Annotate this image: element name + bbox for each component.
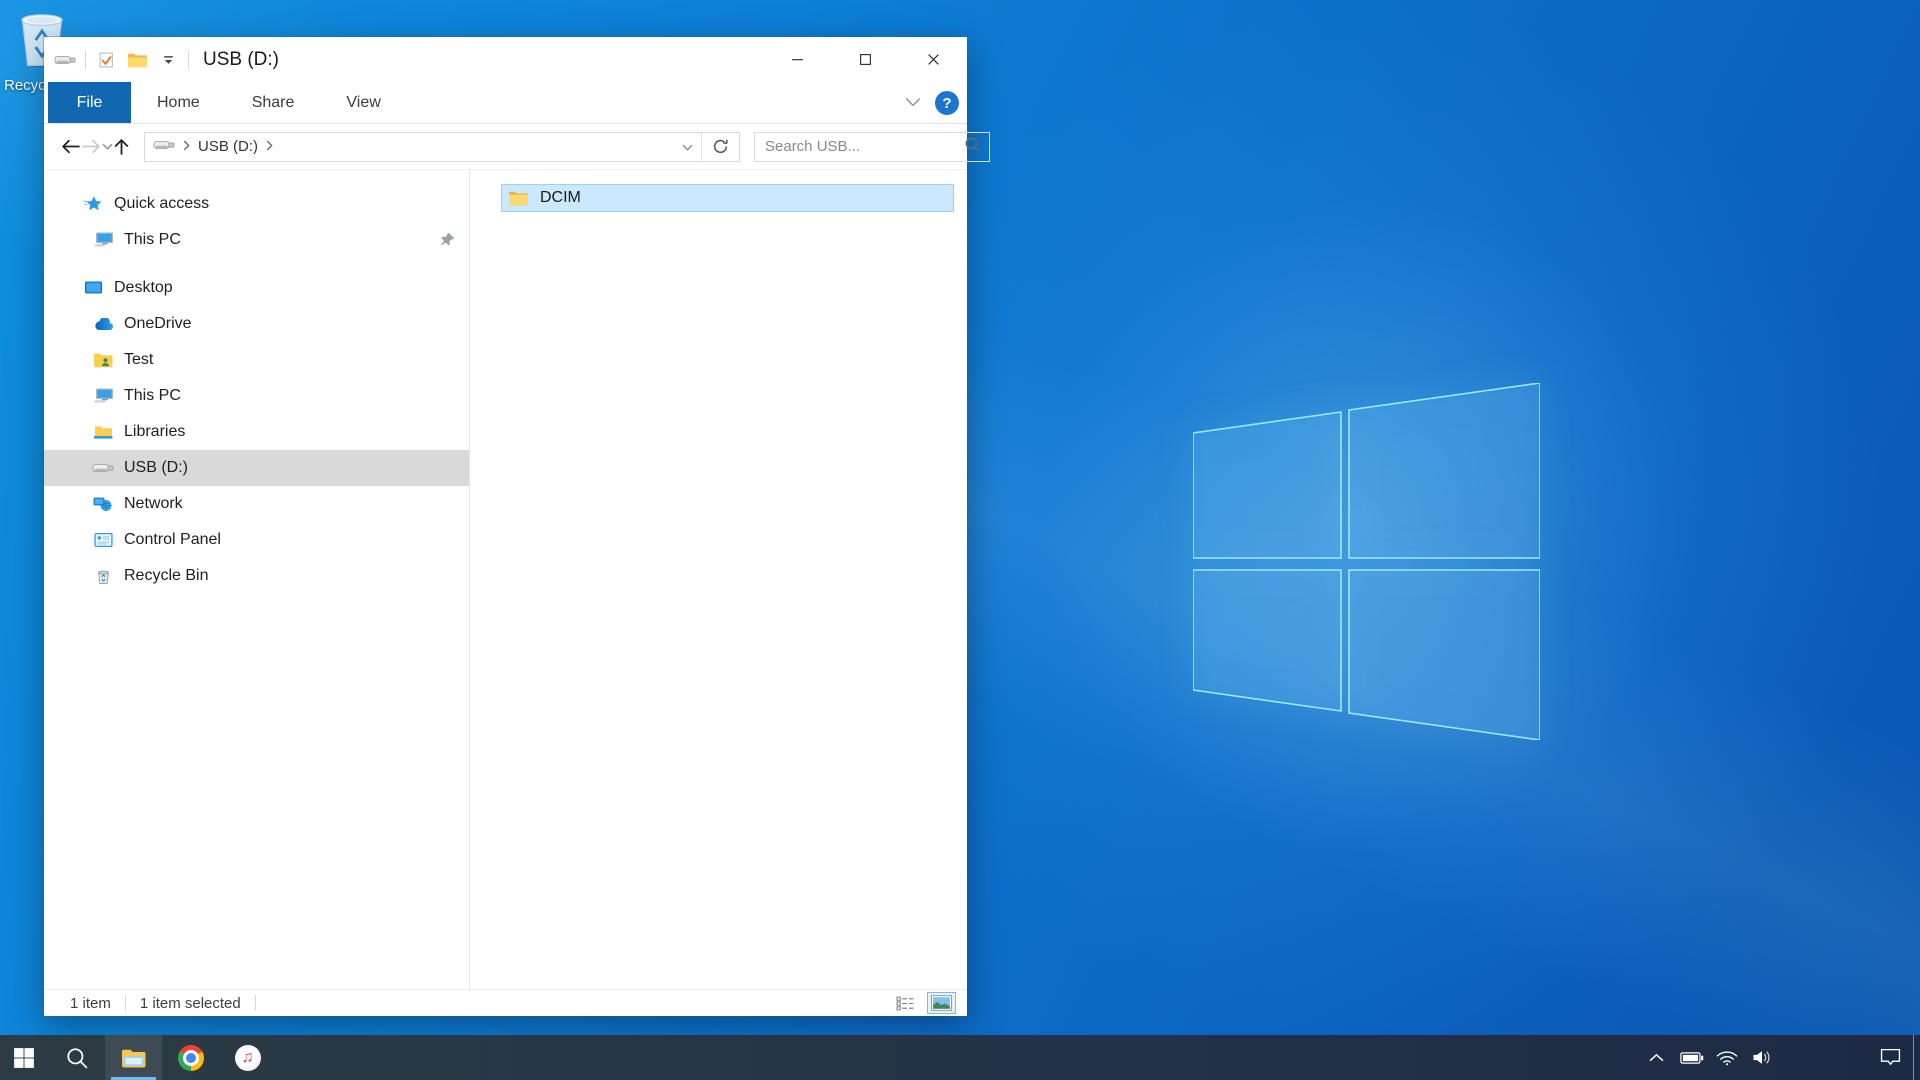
tray-hidden-icons-icon[interactable] xyxy=(1639,1035,1674,1080)
selection-count: 1 item selected xyxy=(140,995,241,1012)
this-pc-icon xyxy=(92,230,114,250)
search-box xyxy=(754,132,990,162)
sidebar-item-label: USB (D:) xyxy=(124,459,188,477)
explorer-window: USB (D:) FileHomeShareView ? USB (D:) xyxy=(44,37,967,1016)
user-folder-icon xyxy=(92,350,114,370)
tab-file[interactable]: File xyxy=(48,82,131,123)
itunes-icon: ♫ xyxy=(235,1045,261,1071)
navigation-pane: Quick access This PC Desktop OneDrive Test Th… xyxy=(44,170,470,989)
taskbar-chrome-button[interactable] xyxy=(162,1035,219,1080)
address-dropdown-chevron-icon[interactable] xyxy=(674,138,701,156)
libraries-icon xyxy=(92,422,114,442)
sidebar-item-libraries[interactable]: Libraries xyxy=(44,414,469,450)
details-view-button[interactable] xyxy=(893,994,918,1013)
sidebar-item-label: Libraries xyxy=(124,423,185,441)
divider xyxy=(125,995,126,1011)
ribbon-tabs: FileHomeShareView ? xyxy=(44,82,967,124)
this-pc-icon xyxy=(92,386,114,406)
sidebar-item-onedrive[interactable]: OneDrive xyxy=(44,306,469,342)
quick-access-icon xyxy=(82,194,104,214)
sidebar-item-network[interactable]: Network xyxy=(44,486,469,522)
folder-icon xyxy=(508,189,530,207)
file-name: DCIM xyxy=(540,189,581,207)
item-count: 1 item xyxy=(70,995,111,1012)
network-icon xyxy=(92,494,114,514)
title-bar: USB (D:) xyxy=(44,37,967,82)
refresh-icon[interactable] xyxy=(701,133,739,161)
sidebar-item-quick-access[interactable]: Quick access xyxy=(44,186,469,222)
system-tray xyxy=(1639,1035,1920,1080)
minimize-button[interactable] xyxy=(763,37,831,82)
tray-wifi-icon[interactable] xyxy=(1709,1035,1744,1080)
taskbar-start-button[interactable] xyxy=(0,1035,48,1080)
desktop-icon xyxy=(82,278,104,298)
divider xyxy=(255,995,256,1011)
navigation-bar: USB (D:) xyxy=(44,124,967,170)
taskbar-itunes-button[interactable]: ♫ xyxy=(219,1035,276,1080)
tab-home[interactable]: Home xyxy=(131,82,226,123)
breadcrumb[interactable]: USB (D:) xyxy=(145,138,674,155)
pin-icon xyxy=(440,232,455,252)
file-item-dcim[interactable]: DCIM xyxy=(501,184,954,212)
expand-ribbon-chevron-icon[interactable] xyxy=(905,94,921,112)
show-desktop-button[interactable] xyxy=(1913,1035,1920,1080)
drive-icon xyxy=(153,138,175,155)
help-button[interactable]: ? xyxy=(935,91,959,115)
status-bar: 1 item 1 item selected xyxy=(44,989,967,1016)
new-folder-icon[interactable] xyxy=(126,49,148,71)
sidebar-item-this-pc[interactable]: This PC xyxy=(44,378,469,414)
recycle-bin-icon xyxy=(92,566,114,586)
divider xyxy=(85,50,86,70)
breadcrumb-chevron-icon[interactable] xyxy=(183,138,190,155)
sidebar-item-label: This PC xyxy=(124,387,181,405)
search-icon[interactable] xyxy=(964,136,981,158)
sidebar-item-label: OneDrive xyxy=(124,315,192,333)
close-button[interactable] xyxy=(899,37,967,82)
sidebar-item-label: Network xyxy=(124,495,183,513)
sidebar-item-control-panel[interactable]: Control Panel xyxy=(44,522,469,558)
onedrive-icon xyxy=(92,314,114,334)
tray-volume-icon[interactable] xyxy=(1744,1035,1779,1080)
sidebar-item-label: Recycle Bin xyxy=(124,567,208,585)
forward-button[interactable] xyxy=(81,131,102,163)
caption-buttons xyxy=(763,37,967,82)
breadcrumb-chevron-icon[interactable] xyxy=(266,138,273,155)
action-center-button[interactable] xyxy=(1867,1035,1913,1080)
breadcrumb-item[interactable]: USB (D:) xyxy=(198,138,258,155)
qat-dropdown-icon[interactable] xyxy=(157,49,179,71)
address-bar[interactable]: USB (D:) xyxy=(144,132,740,162)
sidebar-item-label: Control Panel xyxy=(124,531,221,549)
thumbnail-view-button[interactable] xyxy=(928,993,955,1013)
windows-logo xyxy=(1193,383,1540,740)
window-title: USB (D:) xyxy=(203,49,279,71)
tab-view[interactable]: View xyxy=(320,82,406,123)
control-panel-icon xyxy=(92,530,114,550)
properties-check-icon[interactable] xyxy=(95,49,117,71)
sidebar-item-label: This PC xyxy=(124,231,181,249)
sidebar-item-usb-d-[interactable]: USB (D:) xyxy=(44,450,469,486)
sidebar-item-test[interactable]: Test xyxy=(44,342,469,378)
tray-battery-icon[interactable] xyxy=(1674,1035,1709,1080)
sidebar-item-label: Test xyxy=(124,351,153,369)
sidebar-item-label: Desktop xyxy=(114,279,173,297)
recent-locations-chevron-icon[interactable] xyxy=(102,143,113,150)
file-list-pane[interactable]: DCIM xyxy=(470,170,967,989)
taskbar: ♫ xyxy=(0,1035,1920,1080)
tab-share[interactable]: Share xyxy=(226,82,321,123)
chrome-icon xyxy=(178,1045,204,1071)
search-input[interactable] xyxy=(765,138,964,155)
sidebar-item-desktop[interactable]: Desktop xyxy=(44,270,469,306)
sidebar-item-label: Quick access xyxy=(114,195,209,213)
taskbar-search-button[interactable] xyxy=(48,1035,105,1080)
usb-drive-icon xyxy=(92,458,114,478)
sidebar-item-this-pc[interactable]: This PC xyxy=(44,222,469,258)
back-button[interactable] xyxy=(60,131,81,163)
divider xyxy=(188,50,189,70)
sidebar-item-recycle-bin[interactable]: Recycle Bin xyxy=(44,558,469,594)
taskbar-file-explorer-button[interactable] xyxy=(105,1035,162,1080)
up-button[interactable] xyxy=(113,131,130,163)
window-usb-drive-icon[interactable] xyxy=(54,49,76,71)
quick-access-toolbar xyxy=(54,49,189,71)
maximize-button[interactable] xyxy=(831,37,899,82)
